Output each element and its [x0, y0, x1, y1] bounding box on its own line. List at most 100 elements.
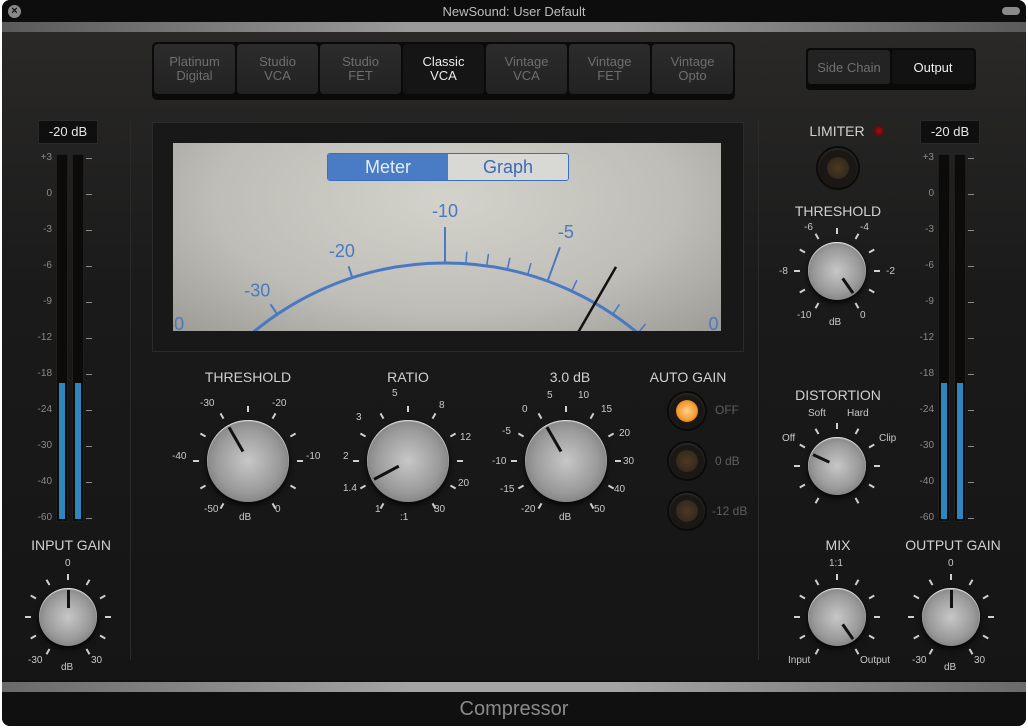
knob-tick — [199, 432, 207, 438]
knob-tick — [799, 594, 806, 600]
knob-tick — [457, 460, 463, 462]
meter-level-fill — [941, 383, 947, 519]
knob-tick — [85, 579, 91, 586]
meter-channel — [954, 154, 966, 522]
window-resize-button[interactable] — [1002, 7, 1020, 15]
side-chain-button[interactable]: Side Chain — [808, 50, 890, 84]
mix-title: MIX — [825, 537, 851, 553]
auto-gain-0db-button[interactable] — [669, 443, 705, 479]
view-mode-selector: Side Chain Output — [806, 48, 976, 90]
knob-tick — [105, 616, 111, 618]
knob-tick — [219, 502, 225, 510]
makeup-scale-label: 15 — [601, 404, 613, 415]
top-trim — [2, 22, 1026, 32]
meter-tick — [86, 482, 92, 483]
knob-tick — [874, 270, 880, 272]
threshold-scale-label: -30 — [200, 398, 215, 409]
knob-tick — [913, 634, 920, 640]
meter-scale-label: -30 — [919, 440, 934, 451]
meter-scale-label: -12 — [37, 332, 52, 343]
ratio-scale-label: 2 — [343, 451, 349, 462]
meter-tick — [86, 230, 92, 231]
limiter-toggle-button[interactable] — [818, 148, 858, 188]
meter-tick — [86, 410, 92, 411]
meter-scale-label: -9 — [925, 296, 934, 307]
knob-tick — [982, 594, 989, 600]
makeup-unit: dB — [559, 512, 572, 523]
mix-knob[interactable] — [794, 574, 880, 655]
knob-tick — [25, 616, 31, 618]
meter-tick — [968, 374, 974, 375]
knob-tick — [565, 406, 567, 412]
threshold-scale-label: -20 — [272, 398, 287, 409]
output-button[interactable]: Output — [892, 50, 974, 84]
vu-scale-label: -30 — [244, 281, 270, 301]
makeup-gain-knob[interactable] — [511, 406, 621, 510]
knob-tick — [928, 579, 934, 586]
auto-gain-off-button[interactable] — [669, 393, 705, 429]
output-peak-readout[interactable]: -20 dB — [920, 120, 980, 144]
model-studio-vca[interactable]: Studio VCA — [237, 44, 318, 94]
knob-tick — [359, 484, 367, 490]
knob-tick — [836, 423, 838, 429]
threshold-knob[interactable] — [193, 406, 303, 510]
threshold-scale-label: -50 — [204, 504, 219, 515]
limiter-threshold-unit: dB — [829, 317, 842, 328]
output-gain-title: OUTPUT GAIN — [905, 537, 1001, 553]
knob-tick — [868, 288, 875, 294]
meter-scale-label: -12 — [919, 332, 934, 343]
input-gain-title: INPUT GAIN — [31, 537, 111, 553]
limiter-threshold-scale-label: -10 — [797, 310, 812, 321]
footer: Compressor — [2, 692, 1026, 726]
limiter-threshold-scale-label: 0 — [860, 310, 866, 321]
meter-scale-label: -18 — [919, 368, 934, 379]
model-studio-fet[interactable]: Studio FET — [320, 44, 401, 94]
ratio-knob[interactable] — [353, 406, 463, 510]
knob-tick — [854, 497, 860, 504]
meter-scale-label: -60 — [37, 512, 52, 523]
auto-gain-minus12db-button[interactable] — [669, 493, 705, 529]
limiter-threshold-knob[interactable] — [794, 228, 880, 309]
makeup-scale-label: 5 — [547, 390, 553, 401]
meter-tick — [86, 302, 92, 303]
meter-scale-label: 0 — [46, 188, 52, 199]
model-vintage-fet[interactable]: Vintage FET — [569, 44, 650, 94]
vu-major-tick — [546, 246, 561, 282]
knob-tick — [289, 432, 297, 438]
knob-tick — [814, 233, 820, 240]
model-vintage-opto[interactable]: Vintage Opto — [652, 44, 733, 94]
meter-tick — [968, 518, 974, 519]
model-platinum-digital[interactable]: Platinum Digital — [154, 44, 235, 94]
knob-tick — [799, 288, 806, 294]
output-gain-scale-label: 0 — [948, 558, 954, 569]
auto-gain-0db-label: 0 dB — [715, 454, 740, 468]
knob-tick — [874, 465, 880, 467]
knob-tick — [99, 634, 106, 640]
threshold-scale-label: -40 — [172, 451, 187, 462]
knob-tick — [85, 648, 91, 655]
meter-tick — [86, 518, 92, 519]
title-bar: × NewSound: User Default — [2, 0, 1026, 22]
input-gain-knob[interactable] — [25, 574, 111, 655]
output-gain-knob[interactable] — [908, 574, 994, 655]
model-vintage-vca[interactable]: Vintage VCA — [486, 44, 567, 94]
makeup-gain-title: 3.0 dB — [549, 369, 591, 385]
limiter-threshold-scale-label: -4 — [860, 222, 869, 233]
meter-tick — [968, 230, 974, 231]
knob-tick — [814, 648, 820, 655]
model-classic-vca[interactable]: Classic VCA — [403, 44, 484, 94]
knob-tick — [517, 432, 525, 438]
divider — [758, 120, 759, 660]
meter-tick — [968, 194, 974, 195]
knob-tick — [353, 460, 359, 462]
knob-tick — [219, 412, 225, 420]
knob-tick — [814, 579, 820, 586]
meter-tick — [968, 482, 974, 483]
knob-tick — [799, 483, 806, 489]
distortion-knob[interactable] — [794, 423, 880, 504]
makeup-scale-label: -20 — [521, 504, 536, 515]
input-peak-readout[interactable]: -20 dB — [38, 120, 98, 144]
meter-level-fill — [59, 383, 65, 519]
knob-tick — [868, 248, 875, 254]
knob-tick — [854, 579, 860, 586]
